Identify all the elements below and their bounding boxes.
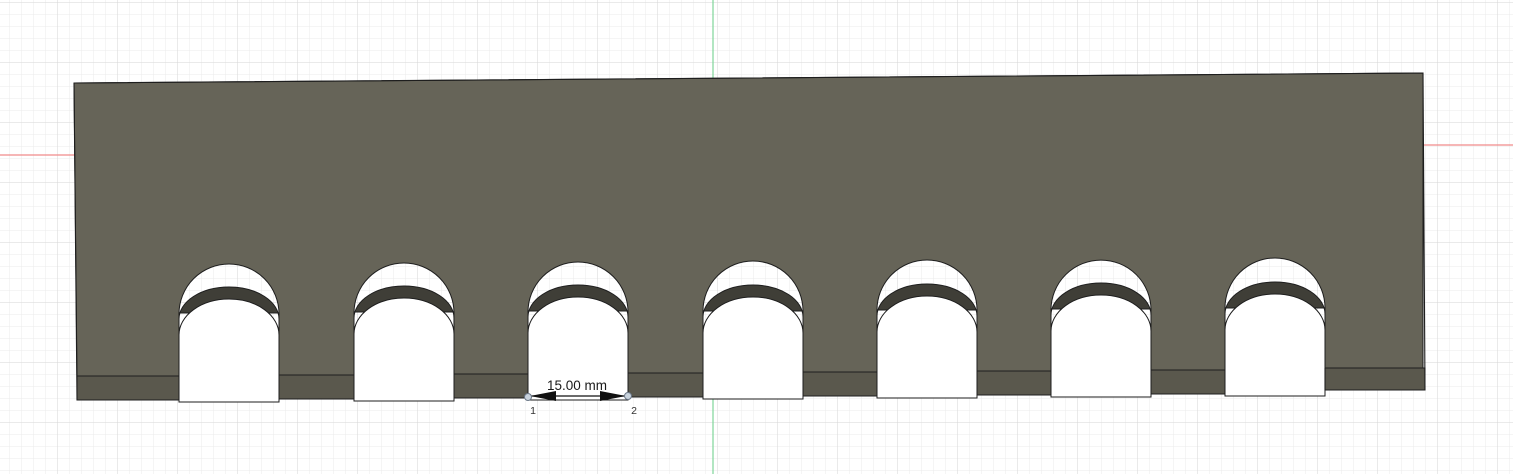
slot-opening[interactable] xyxy=(353,297,455,402)
dimension-value: 15.00 mm xyxy=(547,378,607,393)
plate-side-segment xyxy=(627,372,704,398)
slot-opening[interactable] xyxy=(1050,294,1152,398)
measure-point-2-label: 2 xyxy=(631,405,637,417)
plate-side-segment xyxy=(76,375,180,401)
plate-side-segment xyxy=(1150,369,1226,395)
slot-opening[interactable] xyxy=(702,296,804,400)
slot-opening[interactable] xyxy=(1224,293,1326,397)
cad-viewport[interactable]: 15.00 mm 1 2 xyxy=(0,0,1513,474)
plate-side-segment xyxy=(976,370,1052,396)
measure-point-1-label: 1 xyxy=(530,405,536,417)
measure-point-2-icon[interactable] xyxy=(624,392,632,400)
plate-side-segment xyxy=(802,371,878,397)
comb-plate-body[interactable] xyxy=(73,72,1426,403)
plate-side-segment xyxy=(278,374,355,400)
model-canvas[interactable]: 15.00 mm 1 2 xyxy=(0,0,1513,474)
slot-opening[interactable] xyxy=(178,298,280,403)
plate-side-segment xyxy=(453,373,529,399)
measure-point-1-icon[interactable] xyxy=(524,393,532,401)
slot-opening[interactable] xyxy=(876,295,978,399)
plate-side-segment xyxy=(1324,367,1426,391)
